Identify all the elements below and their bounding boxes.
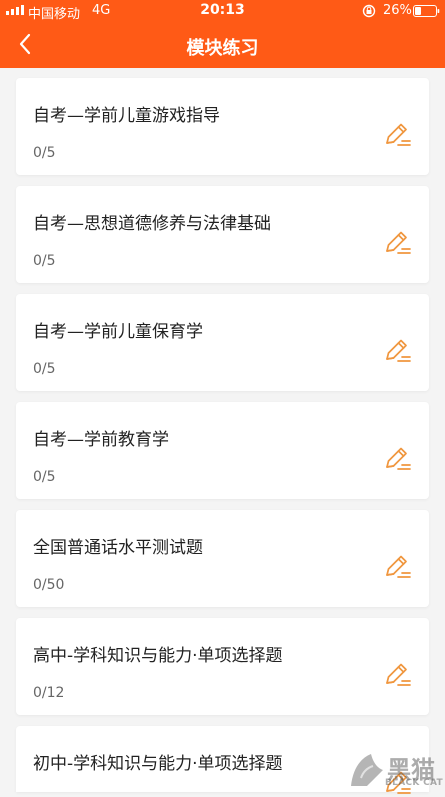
- battery-icon: [413, 5, 440, 17]
- pencil-edit-icon[interactable]: [382, 229, 412, 257]
- module-progress: 0/50: [33, 577, 65, 593]
- module-progress: 0/12: [33, 685, 65, 701]
- nav-bar: 模块练习: [0, 22, 445, 68]
- module-title: 初中-学科知识与能力·单项选择题: [33, 754, 283, 774]
- module-card[interactable]: 自考—学前儿童保育学 0/5: [16, 294, 429, 391]
- module-title: 全国普通话水平测试题: [33, 538, 203, 558]
- pencil-edit-icon[interactable]: [382, 661, 412, 689]
- rotation-lock-icon: [362, 4, 376, 18]
- module-title: 自考—学前教育学: [33, 430, 169, 450]
- top-bar: 中国移动 4G 20:13 26% 模块练习: [0, 0, 445, 68]
- module-title: 自考—学前儿童游戏指导: [33, 106, 220, 126]
- module-progress: 0/5: [33, 253, 56, 269]
- pencil-edit-icon[interactable]: [382, 553, 412, 581]
- module-title: 高中-学科知识与能力·单项选择题: [33, 646, 283, 666]
- module-progress: 0/5: [33, 145, 56, 161]
- pencil-edit-icon[interactable]: [382, 121, 412, 149]
- module-card[interactable]: 自考—学前教育学 0/5: [16, 402, 429, 499]
- module-card[interactable]: 高中-学科知识与能力·单项选择题 0/12: [16, 618, 429, 715]
- module-progress: 0/5: [33, 361, 56, 377]
- module-card[interactable]: 自考—思想道德修养与法律基础 0/5: [16, 186, 429, 283]
- pencil-edit-icon[interactable]: [382, 337, 412, 365]
- module-progress: 0/5: [33, 469, 56, 485]
- module-card[interactable]: 全国普通话水平测试题 0/50: [16, 510, 429, 607]
- watermark-en-text: BLACK CAT: [385, 778, 443, 788]
- module-title: 自考—学前儿童保育学: [33, 322, 203, 342]
- module-card[interactable]: 自考—学前儿童游戏指导 0/5: [16, 78, 429, 175]
- status-bar: 中国移动 4G 20:13 26%: [0, 0, 445, 22]
- pencil-edit-icon[interactable]: [382, 445, 412, 473]
- module-title: 自考—思想道德修养与法律基础: [33, 214, 271, 234]
- battery-percent: 26%: [383, 3, 412, 18]
- status-time: 20:13: [200, 2, 245, 18]
- page-title: 模块练习: [186, 38, 259, 59]
